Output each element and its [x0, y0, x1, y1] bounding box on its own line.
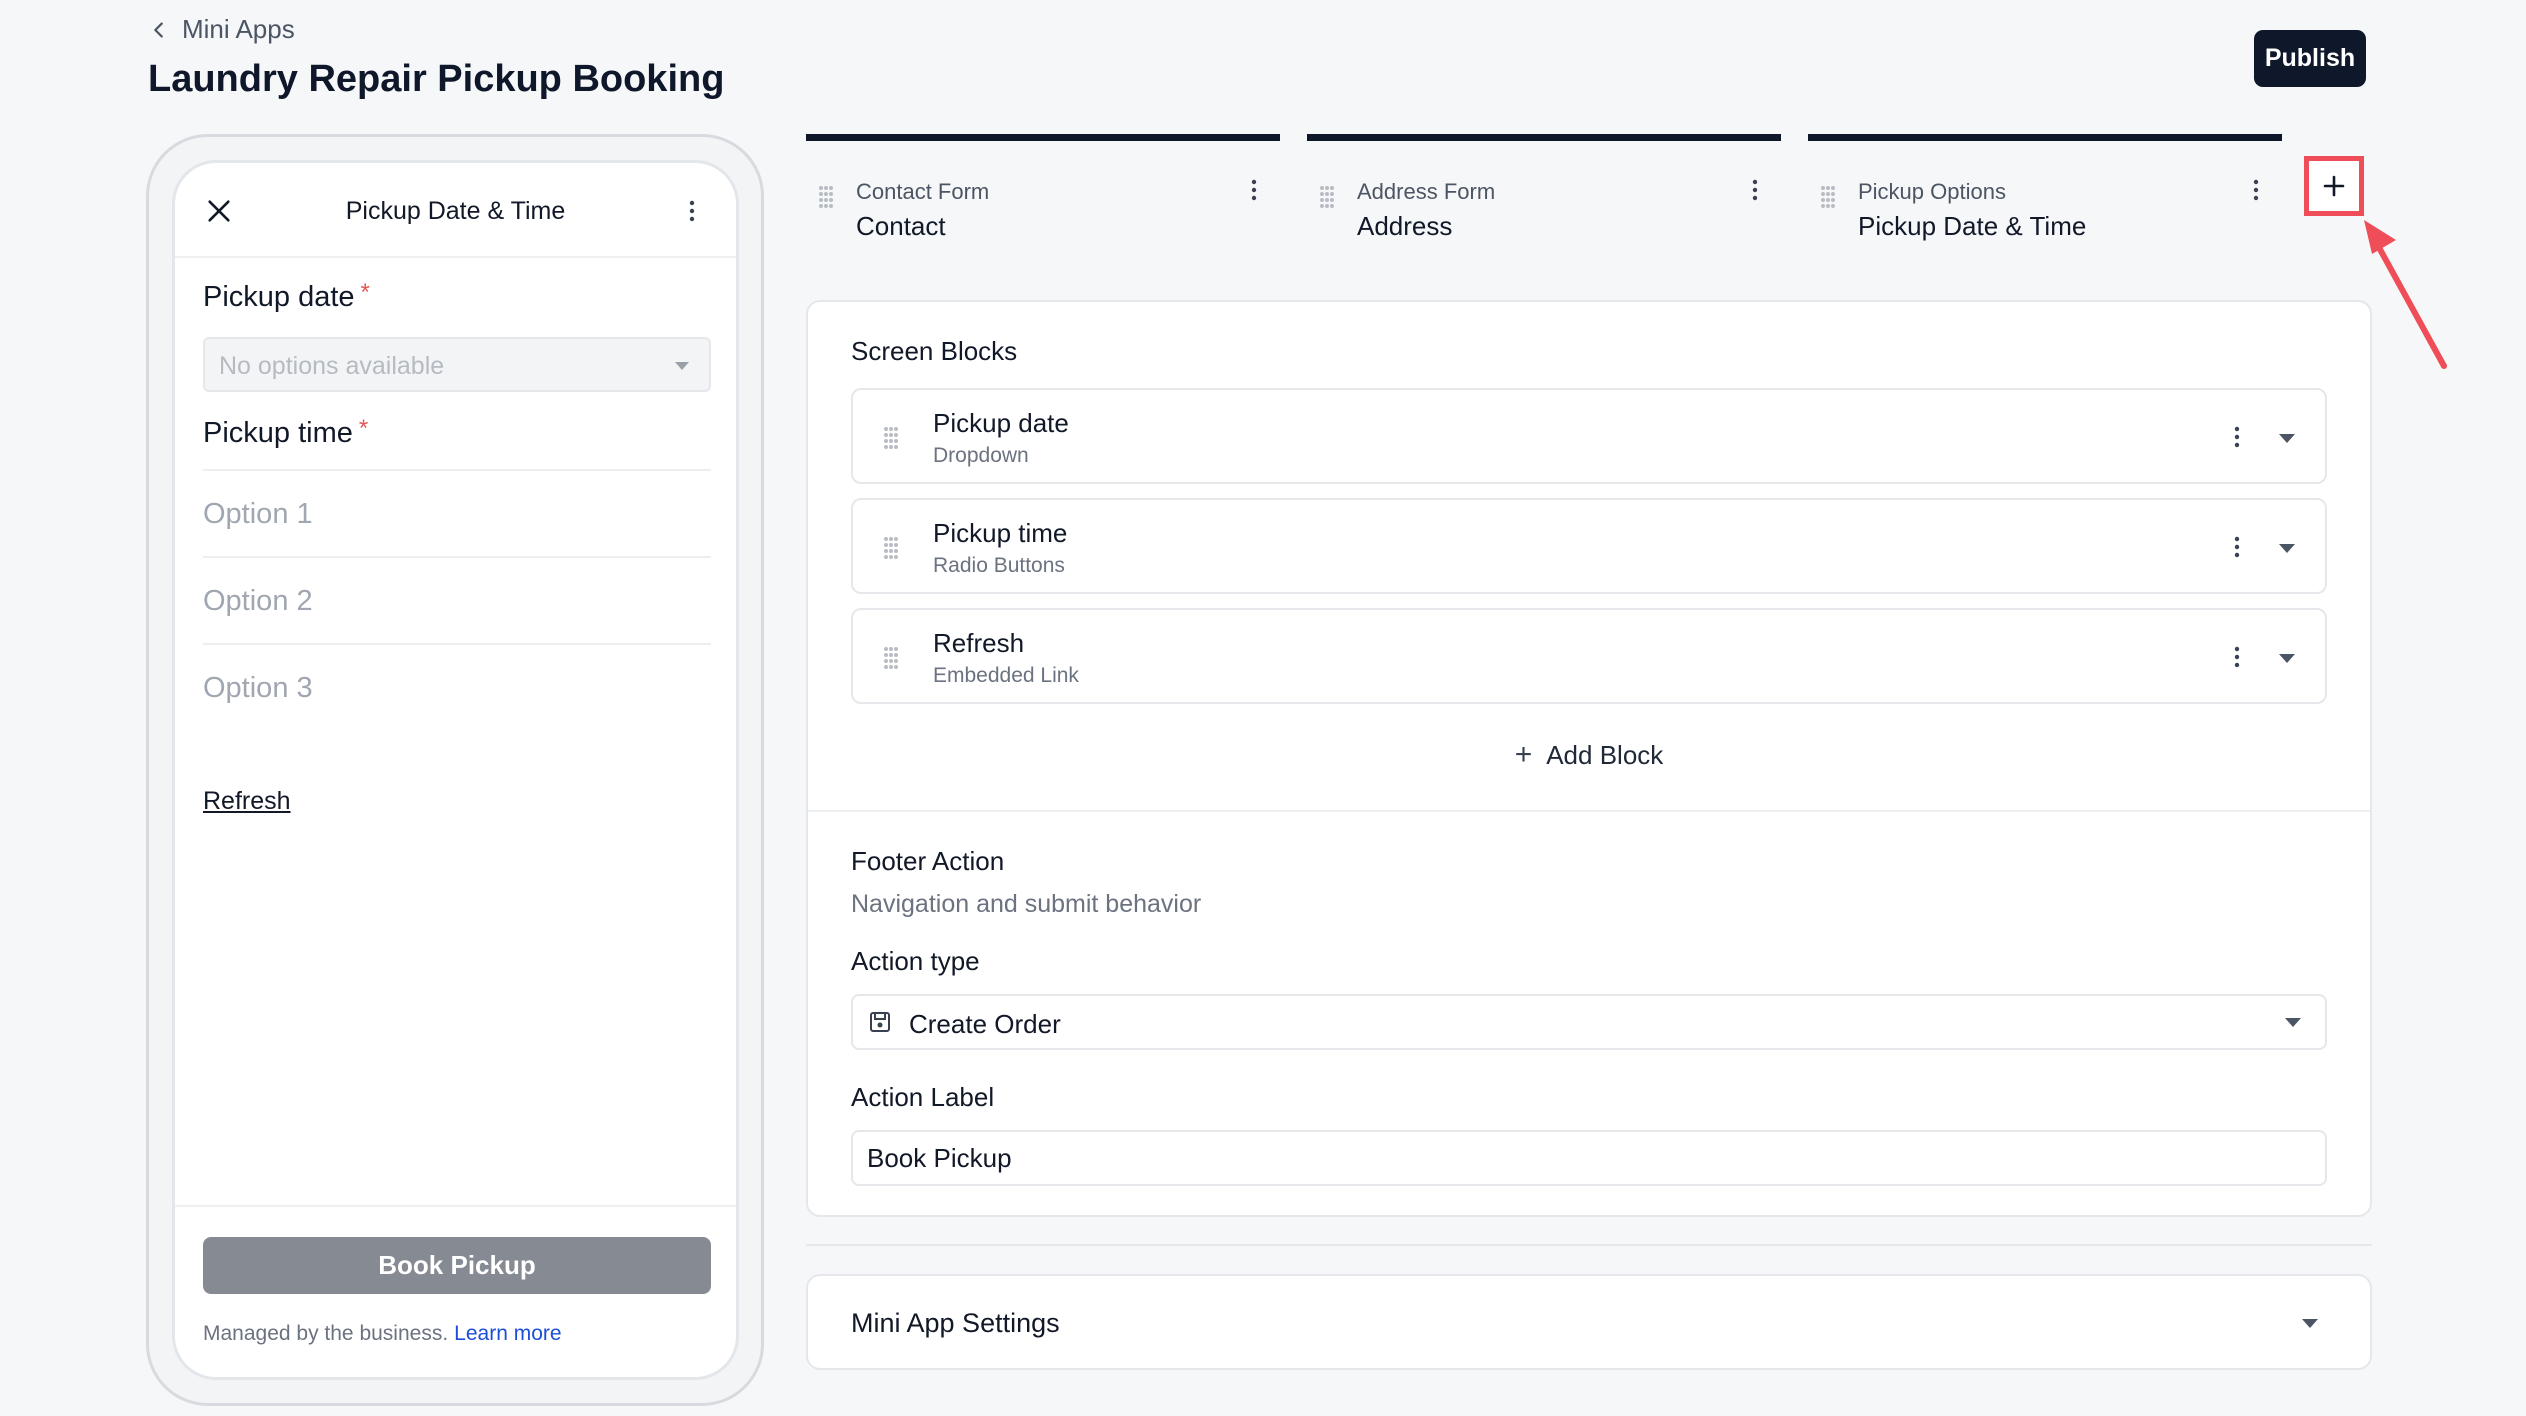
footer-action-subtitle: Navigation and submit behavior	[851, 890, 1202, 918]
mini-app-settings-section[interactable]: Mini App Settings	[806, 1274, 2372, 1370]
screen-editor-panel: Screen Blocks Pickup date Dropdown Picku…	[806, 300, 2372, 1217]
screen-blocks-title: Screen Blocks	[851, 336, 1018, 366]
chevron-down-icon	[2285, 1018, 2301, 1027]
block-type: Radio Buttons	[933, 554, 1065, 577]
action-type-value: Create Order	[909, 1009, 1061, 1039]
block-row[interactable]: Refresh Embedded Link	[851, 608, 2327, 704]
pickup-time-option[interactable]: Option 3	[203, 643, 711, 730]
book-pickup-button[interactable]: Book Pickup	[203, 1237, 711, 1294]
save-icon	[870, 1012, 890, 1032]
pickup-time-option[interactable]: Option 2	[203, 556, 711, 643]
refresh-link[interactable]: Refresh	[203, 787, 291, 816]
tab-category: Address Form	[1357, 179, 1496, 204]
phone-header: Pickup Date & Time	[175, 163, 736, 258]
block-row[interactable]: Pickup date Dropdown	[851, 388, 2327, 484]
tab-name: Contact	[856, 211, 946, 241]
divider	[806, 1244, 2372, 1246]
publish-button[interactable]: Publish	[2254, 30, 2366, 87]
pickup-date-placeholder: No options available	[219, 352, 445, 380]
kebab-menu-icon[interactable]	[688, 199, 696, 223]
kebab-menu-icon[interactable]	[1751, 179, 1759, 201]
tab-name: Address	[1357, 211, 1453, 241]
block-type: Embedded Link	[933, 664, 1079, 687]
action-label-label: Action Label	[851, 1082, 995, 1112]
footer-action-title: Footer Action	[851, 846, 1005, 876]
action-type-select[interactable]: Create Order	[851, 994, 2327, 1050]
drag-handle-icon[interactable]	[1820, 185, 1836, 209]
add-screen-button[interactable]	[2304, 156, 2364, 216]
chevron-left-icon	[154, 21, 163, 38]
phone-screen: Pickup Date & Time Pickup date * No optio…	[172, 160, 739, 1380]
chevron-down-icon[interactable]	[2302, 1319, 2318, 1328]
block-row[interactable]: Pickup time Radio Buttons	[851, 498, 2327, 594]
breadcrumb[interactable]: Mini Apps	[148, 14, 295, 45]
breadcrumb-label: Mini Apps	[182, 14, 295, 44]
pickup-date-label: Pickup date *	[203, 279, 370, 314]
section-divider	[808, 810, 2370, 812]
managed-note: Managed by the business. Learn more	[203, 1322, 562, 1346]
kebab-menu-icon[interactable]	[2252, 179, 2260, 201]
kebab-menu-icon[interactable]	[2233, 426, 2241, 448]
pickup-time-option[interactable]: Option 1	[203, 469, 711, 556]
kebab-menu-icon[interactable]	[2233, 646, 2241, 668]
drag-handle-icon[interactable]	[1319, 185, 1335, 209]
block-name: Pickup time	[933, 518, 1068, 548]
block-type: Dropdown	[933, 444, 1029, 467]
chevron-down-icon[interactable]	[2279, 654, 2295, 663]
action-type-label: Action type	[851, 946, 980, 976]
page-title: Laundry Repair Pickup Booking	[148, 58, 725, 100]
plus-icon: +	[1514, 738, 1533, 771]
phone-screen-title: Pickup Date & Time	[345, 197, 566, 225]
tab-category: Contact Form	[856, 179, 990, 204]
add-block-label: Add Block	[1546, 740, 1664, 770]
chevron-down-icon[interactable]	[2279, 434, 2295, 443]
drag-handle-icon[interactable]	[883, 426, 899, 450]
caret-down-icon	[675, 362, 689, 370]
plus-icon	[2323, 175, 2345, 197]
chevron-down-icon[interactable]	[2279, 544, 2295, 553]
block-name: Refresh	[933, 628, 1025, 658]
tab-name: Pickup Date & Time	[1858, 211, 2087, 241]
add-block-button[interactable]: + Add Block	[808, 738, 2370, 772]
pickup-time-label-text: Pickup time	[203, 417, 353, 449]
pickup-date-dropdown[interactable]: No options available	[203, 337, 711, 392]
tab-contact[interactable]: Contact Form Contact	[806, 134, 1280, 244]
pickup-date-label-text: Pickup date	[203, 281, 355, 313]
drag-handle-icon[interactable]	[883, 646, 899, 670]
kebab-menu-icon[interactable]	[1250, 179, 1258, 201]
required-mark: *	[358, 415, 369, 442]
required-mark: *	[360, 279, 370, 306]
kebab-menu-icon[interactable]	[2233, 536, 2241, 558]
drag-handle-icon[interactable]	[818, 185, 834, 209]
drag-handle-icon[interactable]	[883, 536, 899, 560]
action-label-input[interactable]	[851, 1130, 2327, 1186]
tab-pickup-options[interactable]: Pickup Options Pickup Date & Time	[1808, 134, 2282, 244]
tab-address[interactable]: Address Form Address	[1307, 134, 1781, 244]
pickup-time-label: Pickup time *	[203, 415, 368, 450]
tab-category: Pickup Options	[1858, 179, 2006, 204]
block-name: Pickup date	[933, 408, 1069, 438]
learn-more-link[interactable]: Learn more	[454, 1322, 561, 1345]
managed-text: Managed by the business.	[203, 1322, 449, 1345]
mini-app-settings-title: Mini App Settings	[851, 1308, 1060, 1338]
